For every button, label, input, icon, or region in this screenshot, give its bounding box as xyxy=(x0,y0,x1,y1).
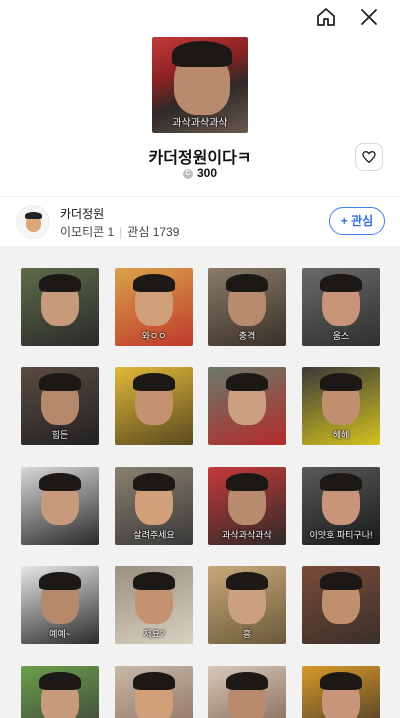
emoticon-caption: 살려주세요 xyxy=(133,530,175,540)
emoticon-tile[interactable] xyxy=(21,666,99,718)
emoticon-caption: 헤헤 xyxy=(332,430,350,440)
emoticon-tile[interactable]: 와ㅇㅇ xyxy=(115,268,193,346)
emoticon-tile[interactable]: 이얏호 파티구나! xyxy=(302,467,380,545)
emoticon-caption: 예예~ xyxy=(49,629,71,639)
emoticon-tile[interactable] xyxy=(302,666,380,718)
price-value: 300 xyxy=(196,166,218,180)
close-icon[interactable] xyxy=(357,5,381,29)
emoticon-tile[interactable] xyxy=(115,666,193,718)
emoticon-tile[interactable]: 예예~ xyxy=(21,566,99,644)
interest-count: 관심 1739 xyxy=(127,225,180,239)
emoticon-caption: 과삭과삭과삭 xyxy=(222,530,272,540)
emoticon-tile[interactable]: 움스 xyxy=(302,268,380,346)
emoticon-grid: 와ㅇㅇ 충격 움스힘든 헤헤살려주세요 과삭과삭과삭 이얏호 파티구나! 예예~ 저요? 흥 xyxy=(0,246,400,718)
emoticon-tile[interactable] xyxy=(302,566,380,644)
emoticon-tile[interactable] xyxy=(21,268,99,346)
creator-name[interactable]: 카더정원 xyxy=(60,205,104,222)
emoticon-tile[interactable] xyxy=(21,467,99,545)
heart-icon xyxy=(362,151,376,163)
follow-button[interactable]: + 관심 xyxy=(329,207,385,235)
emoticon-cover-image: 과삭과삭과삭 xyxy=(152,37,248,133)
emoticon-tile[interactable]: 헤헤 xyxy=(302,367,380,445)
emoticon-tile[interactable]: 흥 xyxy=(208,566,286,644)
coin-icon: C xyxy=(182,168,193,179)
emoticon-caption: 이얏호 파티구나! xyxy=(309,530,373,540)
emoticon-tile[interactable] xyxy=(208,666,286,718)
top-bar xyxy=(0,0,400,34)
emoticon-caption: 저요? xyxy=(143,629,165,639)
emoticon-tile[interactable]: 저요? xyxy=(115,566,193,644)
emoticon-count: 이모티콘 1 xyxy=(60,225,115,239)
emoticon-tile[interactable]: 힘든 xyxy=(21,367,99,445)
emoticon-tile[interactable] xyxy=(208,367,286,445)
avatar[interactable] xyxy=(16,205,50,239)
emoticon-caption: 흥 xyxy=(242,629,252,639)
emoticon-caption: 움스 xyxy=(332,331,350,341)
emoticon-tile[interactable]: 과삭과삭과삭 xyxy=(208,467,286,545)
creator-stats: 이모티콘 1 | 관심 1739 xyxy=(60,223,179,240)
home-icon[interactable] xyxy=(314,5,338,29)
price: C 300 xyxy=(0,166,400,180)
stats-divider: | xyxy=(119,225,123,239)
emoticon-tile[interactable]: 살려주세요 xyxy=(115,467,193,545)
like-button[interactable] xyxy=(355,143,383,171)
product-title: 카더정원이다ㅋ xyxy=(148,150,252,167)
emoticon-caption: 충격 xyxy=(238,331,256,341)
cover-caption: 과삭과삭과삭 xyxy=(172,118,228,129)
emoticon-caption: 힘든 xyxy=(51,430,69,440)
emoticon-tile[interactable] xyxy=(115,367,193,445)
emoticon-tile[interactable]: 충격 xyxy=(208,268,286,346)
emoticon-caption: 와ㅇㅇ xyxy=(141,331,167,341)
creator-section: 카더정원 이모티콘 1 | 관심 1739 + 관심 xyxy=(0,196,400,247)
